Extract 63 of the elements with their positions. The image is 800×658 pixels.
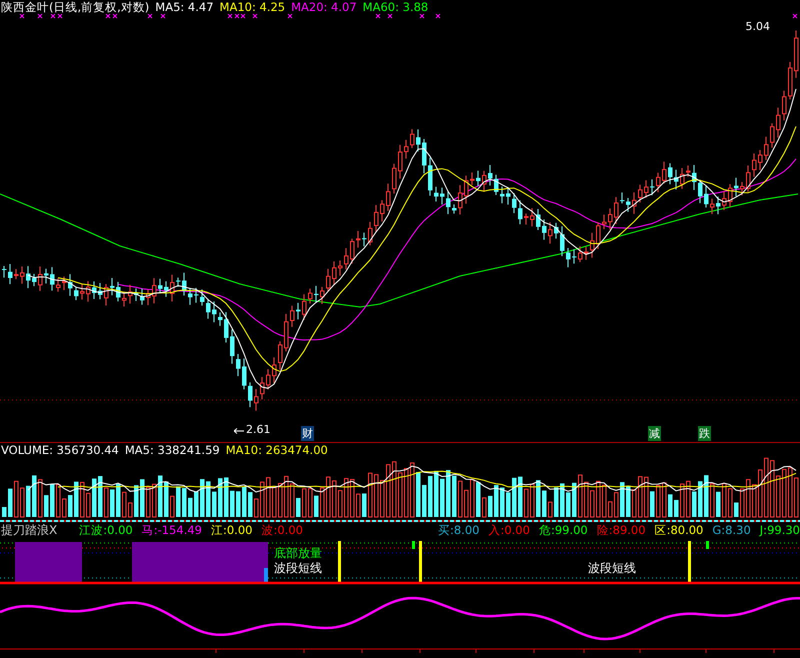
ma-value: MA20: 4.07 — [291, 0, 357, 14]
volume-value: MA10: 263474.00 — [226, 443, 328, 457]
indicator-value: 0.00 — [107, 522, 133, 538]
high-price-label: 5.04 — [746, 20, 770, 33]
signal-block — [15, 542, 82, 582]
signal-marker — [412, 541, 415, 549]
x-mark — [106, 14, 110, 18]
x-mark — [288, 14, 292, 18]
ma-value: MA60: 3.88 — [362, 0, 428, 14]
ma-value: MA10: 4.25 — [220, 0, 286, 14]
indicator-label: 区: — [654, 522, 670, 538]
signal-label: 波段短线 — [588, 561, 636, 575]
indicator-label: 江: — [210, 522, 227, 538]
indicator-label: 买: — [438, 522, 454, 538]
indicator-value: 0.00 — [277, 522, 303, 538]
x-mark — [20, 14, 24, 18]
x-mark — [420, 14, 424, 18]
signal-label: 底部放量 — [274, 546, 322, 560]
low-price-label: 2.61 — [246, 423, 270, 436]
volume-value: VOLUME: 356730.44 — [1, 443, 119, 457]
indicator-value: 8.00 — [454, 522, 480, 538]
indicator-label: 马: — [142, 522, 158, 538]
ma-value: MA5: 4.47 — [155, 0, 214, 14]
x-mark — [160, 14, 166, 18]
indicator-value: 0.00 — [504, 522, 530, 538]
x-mark — [436, 14, 440, 18]
indicator-label: 险: — [596, 522, 613, 538]
arrow-icon — [234, 428, 244, 434]
x-mark — [388, 14, 392, 18]
indicator-value: -154.49 — [158, 522, 202, 538]
indicator-label: 江波: — [79, 522, 108, 538]
indicator-label: 危: — [538, 522, 555, 538]
indicator-label: 入: — [488, 522, 504, 538]
indicator-value: 99.00 — [554, 522, 588, 538]
indicator-title: 提刀踏浪X — [1, 522, 58, 538]
signal-bar — [419, 541, 422, 582]
x-mark — [112, 14, 118, 18]
indicator-value: 89.00 — [612, 522, 646, 538]
signal-marker — [706, 541, 709, 549]
indicator-value: 0.00 — [226, 522, 252, 538]
x-mark — [252, 14, 258, 18]
x-mark — [228, 14, 232, 18]
chart-title: 陕西金叶(日线,前复权,对数) — [1, 0, 150, 14]
x-mark — [58, 14, 62, 18]
x-mark — [376, 14, 380, 18]
event-marker[interactable]: 跌 — [698, 426, 711, 441]
x-mark — [148, 14, 152, 18]
event-marker[interactable]: 减 — [648, 426, 661, 441]
indicator-label: J: — [760, 522, 768, 538]
signal-label: 波段短线 — [274, 561, 322, 575]
x-mark — [792, 14, 798, 18]
x-mark — [38, 14, 42, 18]
signal-bar — [264, 568, 268, 582]
x-mark — [50, 14, 56, 18]
event-marker[interactable]: 财 — [301, 426, 314, 441]
indicator-value: 99.30 — [767, 522, 800, 538]
indicator-label: 波: — [261, 522, 278, 538]
indicator-value: 80.00 — [670, 522, 704, 538]
indicator-label: G: — [712, 522, 726, 538]
signal-bar — [338, 541, 341, 582]
volume-value: MA5: 338241.59 — [124, 443, 220, 457]
signal-bar — [688, 541, 691, 582]
indicator-value: 8.30 — [725, 522, 751, 538]
